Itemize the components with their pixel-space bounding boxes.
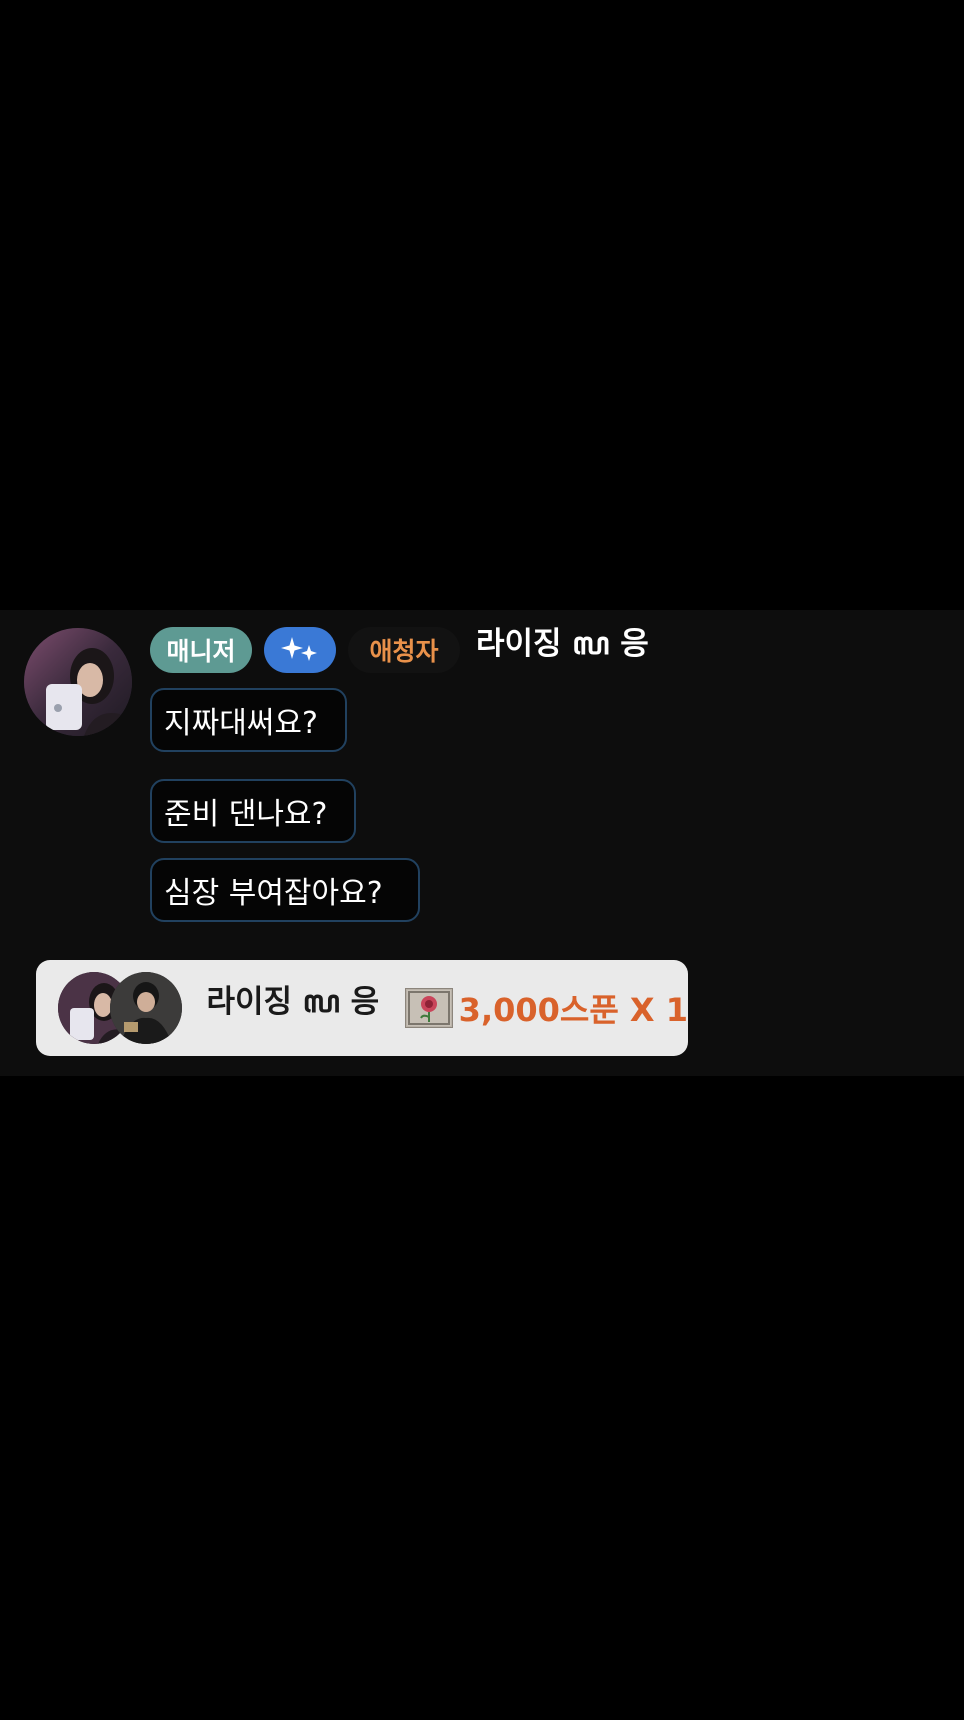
chat-bubble: 지짜대써요?	[150, 688, 347, 752]
message-header: 매니저 애청자 라이징 ꧗ 응	[150, 626, 649, 674]
screen: 매니저 애청자 라이징 ꧗ 응 지짜대써요? 준비 댄나요? 심장 부여잡아요?	[0, 0, 964, 1720]
gift-avatars	[58, 970, 186, 1046]
receiver-avatar	[110, 972, 182, 1044]
manager-badge: 매니저	[150, 627, 252, 673]
avatar-photo	[24, 628, 132, 736]
gift-amount: 3,000스푼 X 1	[458, 991, 688, 1029]
chat-bubble: 준비 댄나요?	[150, 779, 356, 843]
chat-message-text: 심장 부여잡아요?	[164, 876, 383, 911]
user-avatar[interactable]	[24, 628, 132, 736]
username[interactable]: 라이징 ꧗ 응	[476, 618, 649, 683]
gift-sender-name: 라이징 ꧗ 응	[206, 983, 380, 1020]
fan-badge-label: 애청자	[369, 637, 439, 666]
manager-badge-label: 매니저	[166, 637, 236, 666]
chat-panel: 매니저 애청자 라이징 ꧗ 응 지짜대써요? 준비 댄나요? 심장 부여잡아요?	[0, 610, 964, 1076]
chat-message-text: 지짜대써요?	[164, 706, 318, 741]
fan-badge: 애청자	[348, 627, 460, 673]
rose-gift-icon	[405, 988, 453, 1028]
gift-notification: 라이징 ꧗ 응 3,000스푼 X 1	[36, 960, 688, 1056]
chat-message-text: 준비 댄나요?	[164, 797, 328, 832]
chat-bubble: 심장 부여잡아요?	[150, 858, 420, 922]
sparkle-icon	[281, 637, 317, 661]
sparkle-badge	[264, 627, 336, 673]
